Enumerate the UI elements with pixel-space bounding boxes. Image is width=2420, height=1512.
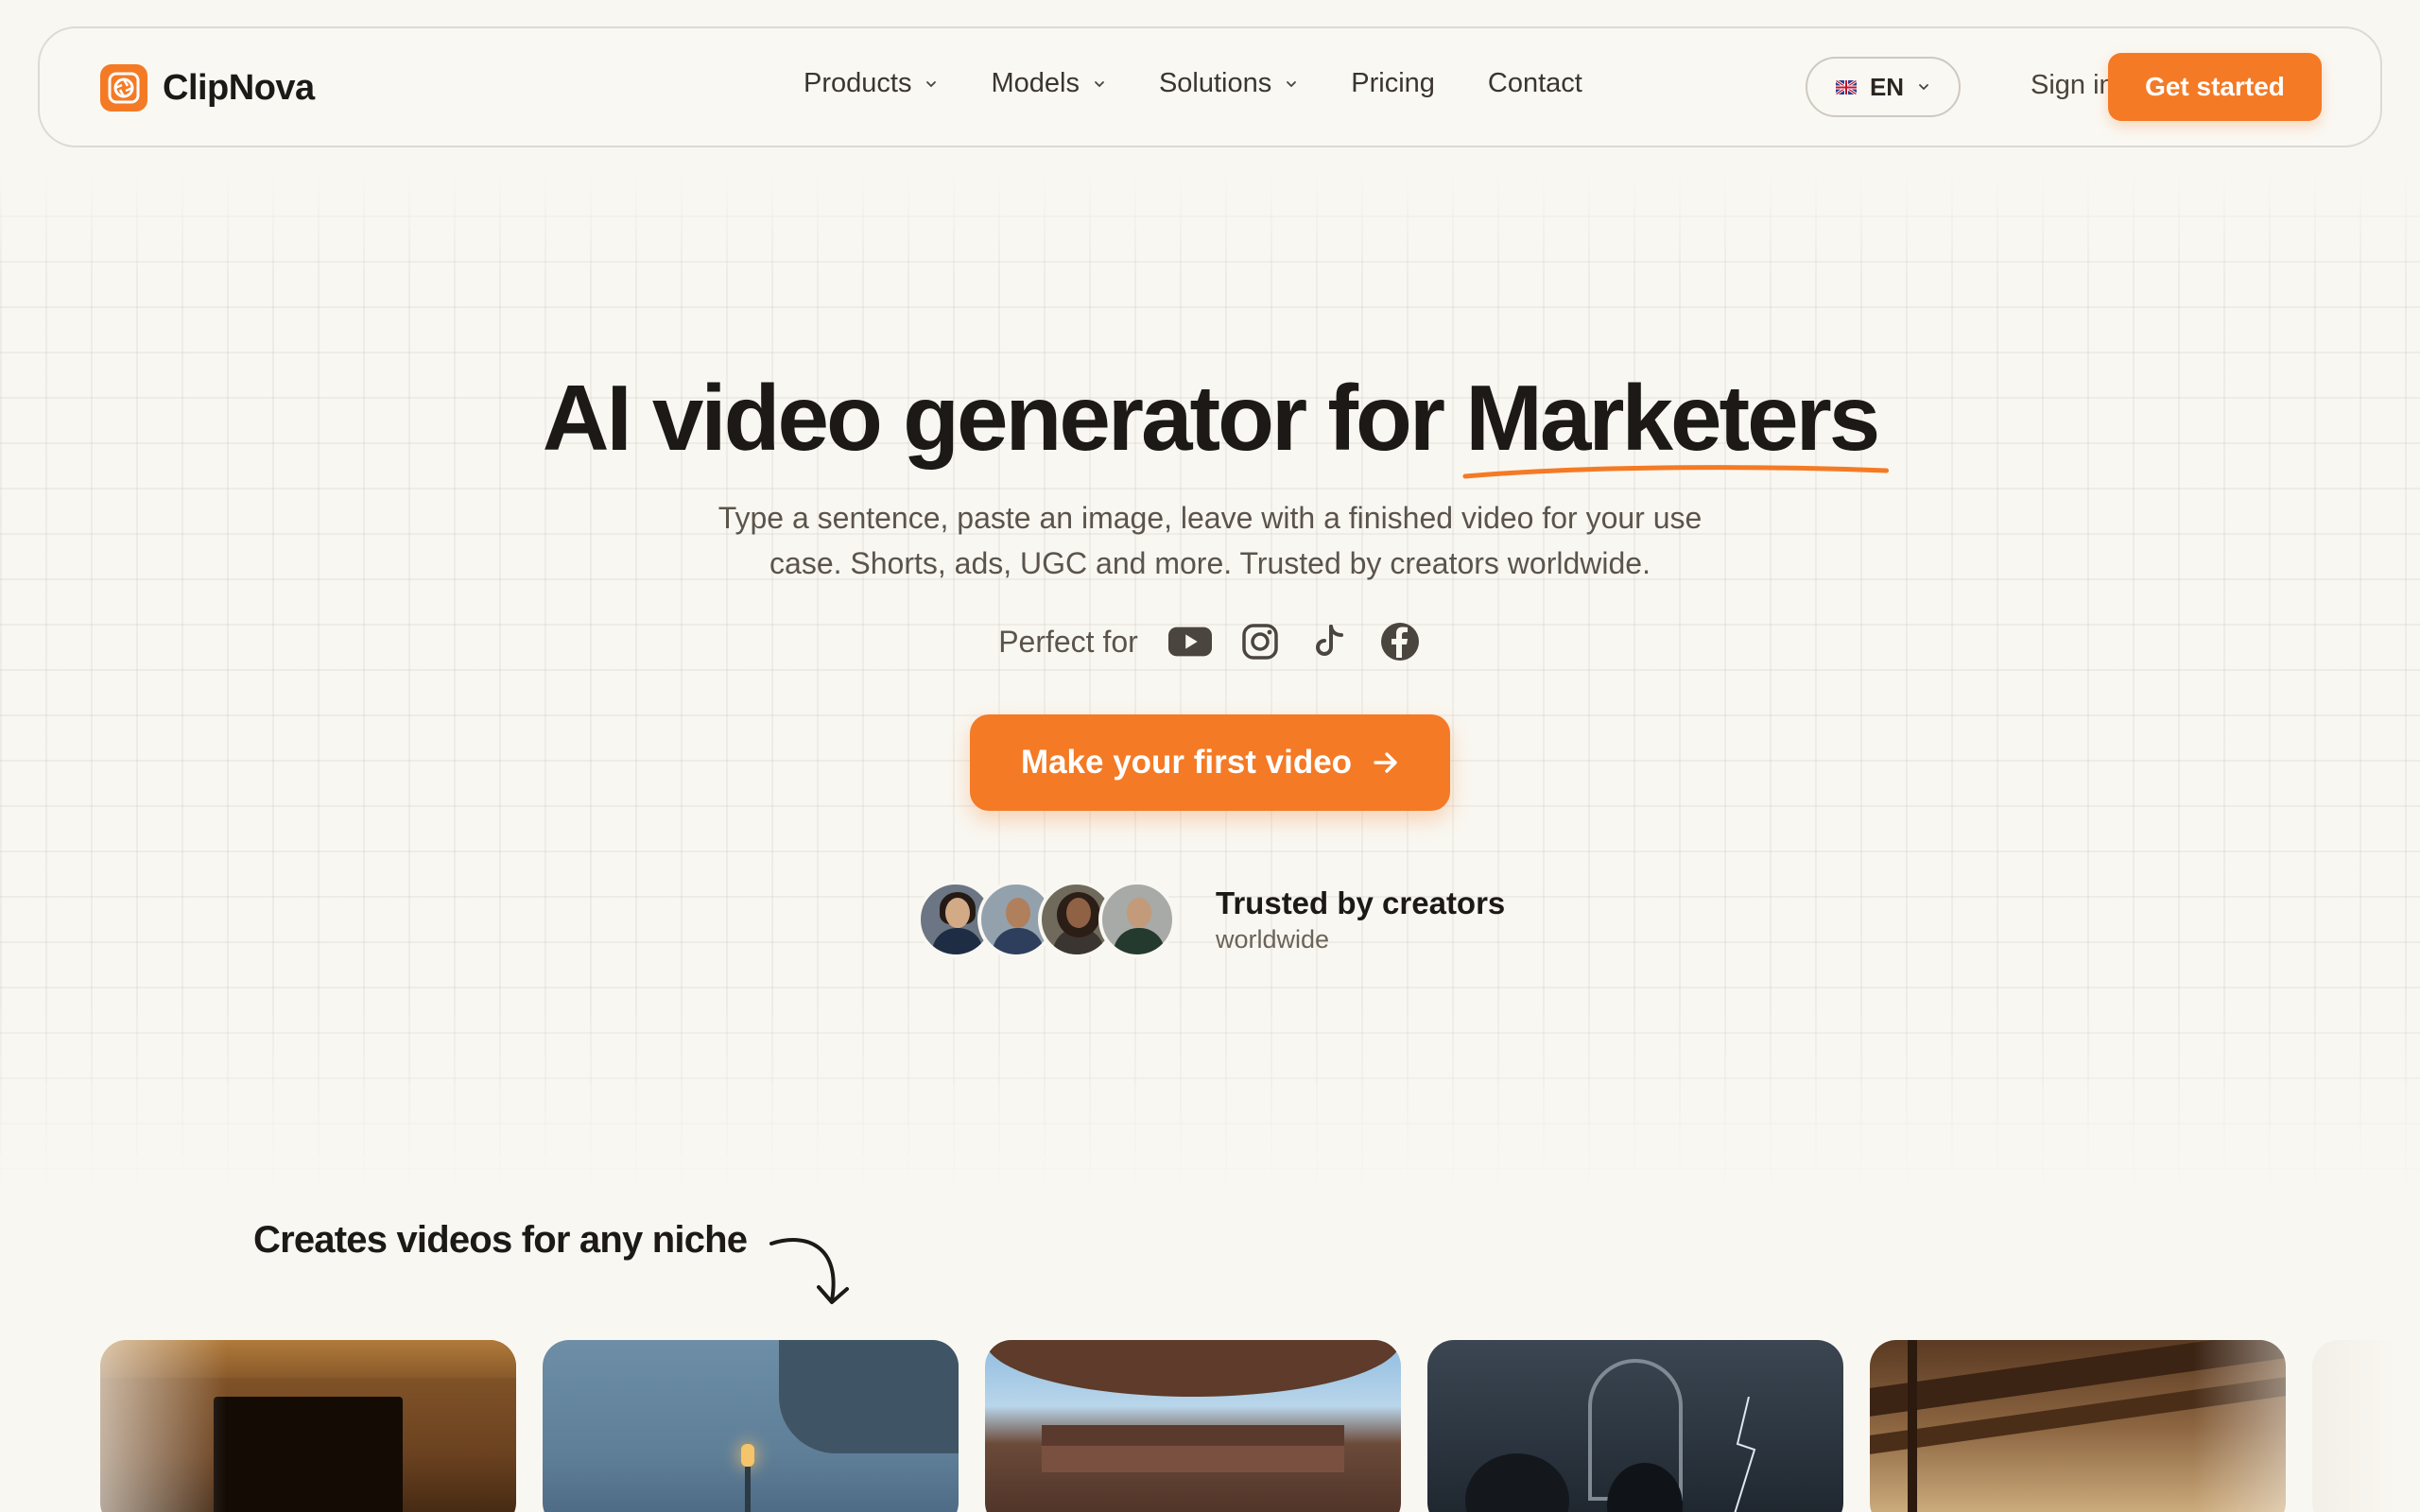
uk-flag-icon xyxy=(1835,79,1857,94)
video-examples-carousel xyxy=(0,1340,2420,1512)
carousel-fade-left xyxy=(0,1323,227,1512)
cta-label: Make your first video xyxy=(1020,744,1353,781)
chevron-down-icon xyxy=(1095,80,1104,87)
facebook-icon[interactable] xyxy=(1378,620,1422,663)
instagram-icon[interactable] xyxy=(1238,620,1282,663)
language-code: EN xyxy=(1869,72,1905,101)
aperture-logo-icon xyxy=(100,64,147,112)
nav-contact-label: Contact xyxy=(1487,68,1582,98)
nav-models[interactable]: Models xyxy=(991,68,1106,99)
chevron-down-icon xyxy=(1287,80,1297,87)
trust-badge: Trusted by creators worldwide xyxy=(917,881,1505,958)
perfect-for-label: Perfect for xyxy=(998,624,1138,659)
curved-arrow-down-icon xyxy=(769,1238,849,1304)
main-menu: Products Models Solutions Pricing Contac… xyxy=(804,68,1635,99)
niche-section-title: Creates videos for any niche xyxy=(253,1219,748,1261)
hero-title: AI video generator for Marketers xyxy=(0,361,2420,479)
get-started-button[interactable]: Get started xyxy=(2108,53,2322,121)
youtube-icon[interactable] xyxy=(1167,620,1212,663)
hero-subtitle-line-1: Type a sentence, paste an image, leave w… xyxy=(717,501,1703,535)
chevron-down-icon xyxy=(1919,84,1928,91)
tiktok-icon[interactable] xyxy=(1308,620,1352,663)
chevron-down-icon xyxy=(926,80,937,87)
nav-solutions-label: Solutions xyxy=(1158,68,1272,98)
carousel-fade-right xyxy=(2193,1323,2420,1512)
trust-subtitle: worldwide xyxy=(1216,924,1330,954)
hero-subtitle: Type a sentence, paste an image, leave w… xyxy=(643,495,1777,586)
top-navbar: ClipNova Products Models Solutions Prici… xyxy=(38,26,2382,147)
trust-title: Trusted by creators xyxy=(1216,885,1506,920)
nav-pricing[interactable]: Pricing xyxy=(1351,68,1435,99)
creator-avatars xyxy=(917,881,1176,958)
make-first-video-button[interactable]: Make your first video xyxy=(970,714,1450,811)
video-card-rainy-street[interactable] xyxy=(543,1340,959,1512)
avatar xyxy=(1098,881,1176,958)
nav-solutions[interactable]: Solutions xyxy=(1159,68,1298,99)
hero-title-prefix: AI video generator for xyxy=(542,366,1445,470)
arrow-right-icon xyxy=(1374,752,1397,773)
nav-products[interactable]: Products xyxy=(804,68,938,99)
hero-title-highlight-text: Marketers xyxy=(1465,366,1880,470)
scribble-underline xyxy=(1462,465,1890,479)
hero-title-highlight: Marketers xyxy=(1462,361,1890,479)
grid-background xyxy=(0,170,2420,1191)
nav-products-label: Products xyxy=(804,68,912,98)
language-selector[interactable]: EN xyxy=(1806,57,1961,117)
nav-pricing-label: Pricing xyxy=(1351,68,1435,98)
trust-text: Trusted by creators worldwide xyxy=(1216,885,1505,954)
video-card-gothic-storm[interactable] xyxy=(1427,1340,1843,1512)
sign-in-link[interactable]: Sign in xyxy=(2031,70,2115,101)
brand-logo[interactable]: ClipNova xyxy=(100,64,315,112)
nav-contact[interactable]: Contact xyxy=(1488,68,1582,99)
hero-subtitle-line-2: case. Shorts, ads, UGC and more. Trusted… xyxy=(769,546,1651,580)
brand-name: ClipNova xyxy=(163,67,315,108)
perfect-for-row: Perfect for xyxy=(0,620,2420,663)
video-card-temple-courtyard[interactable] xyxy=(985,1340,1401,1512)
nav-models-label: Models xyxy=(991,68,1080,98)
landing-page: ClipNova Products Models Solutions Prici… xyxy=(0,0,2420,1512)
